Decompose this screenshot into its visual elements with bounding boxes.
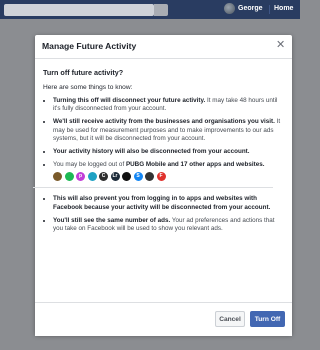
list-item: This will also prevent you from logging … [53, 195, 283, 211]
picsart-app-icon: p [76, 172, 85, 182]
avatar[interactable] [224, 3, 235, 14]
shazam-app-icon: S [133, 172, 143, 182]
app-icon-red: F [156, 172, 166, 182]
app-icon-dark [145, 172, 154, 182]
item-bold-text: Your activity history will also be disco… [53, 148, 250, 156]
app-icon-black [122, 172, 131, 182]
list-item: Turning this off will disconnect your fu… [53, 97, 283, 113]
spotify-app-icon [64, 172, 74, 182]
search-input[interactable] [4, 4, 154, 16]
info-list-secondary: This will also prevent you from logging … [43, 195, 283, 233]
info-list: Turning this off will disconnect your fu… [43, 97, 283, 182]
lightroom-app-icon: Lr [110, 172, 120, 182]
app-icons-row: p C Lr S F [53, 172, 283, 182]
cancel-button[interactable]: Cancel [215, 311, 245, 327]
list-item: We'll still receive activity from the bu… [53, 118, 283, 143]
manage-future-activity-dialog: Manage Future Activity ✕ Turn off future… [33, 35, 292, 336]
list-item: You may be logged out of PUBG Mobile and… [53, 161, 283, 182]
item-bold-text: Turning this off will disconnect your fu… [53, 97, 206, 104]
item-bold-text: PUBG Mobile and 17 other apps and websit… [125, 161, 265, 169]
home-link[interactable]: Home [274, 5, 293, 12]
dialog-question: Turn off future activity? [43, 68, 124, 77]
item-bold-text: We'll still receive activity from the bu… [53, 118, 275, 126]
dialog-body: Turn off future activity? Here are some … [33, 68, 283, 238]
nav-divider [269, 5, 270, 14]
app-icon-c: C [99, 172, 108, 182]
item-bold-text: You'll still see the same number of ads. [53, 216, 171, 224]
close-icon[interactable]: ✕ [276, 40, 285, 51]
dialog-title: Manage Future Activity [42, 41, 137, 51]
list-item: Your activity history will also be disco… [53, 148, 283, 156]
dialog-footer: Cancel Turn Off [35, 302, 292, 336]
section-divider [33, 187, 273, 189]
dialog-header: Manage Future Activity ✕ [35, 35, 292, 59]
turn-off-button[interactable]: Turn Off [250, 311, 285, 327]
item-text: You may be logged out of [53, 161, 126, 169]
dialog-intro: Here are some things to know: [43, 84, 133, 91]
pubg-app-icon [53, 172, 62, 182]
app-icon-circle [87, 172, 97, 182]
top-nav-bar: George Home [0, 0, 300, 19]
list-item: You'll still see the same number of ads.… [53, 217, 283, 233]
item-bold-text: This will also prevent you from logging … [53, 195, 271, 211]
search-button[interactable] [154, 4, 168, 16]
profile-link[interactable]: George [238, 5, 263, 12]
